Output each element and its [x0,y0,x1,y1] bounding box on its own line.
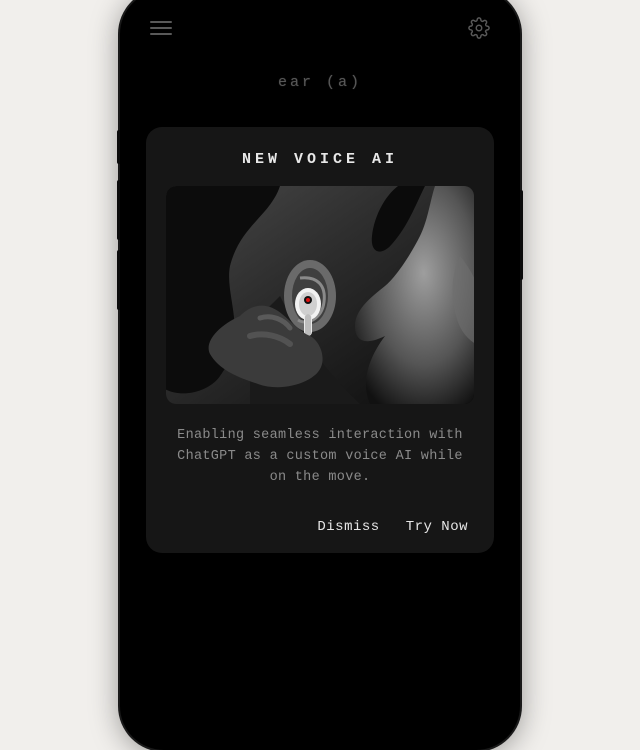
voice-ai-card: NEW VOICE AI [146,127,494,553]
app-screen: ear (a) NEW VOICE AI [130,0,510,740]
phone-power-button [520,190,523,280]
gear-icon[interactable] [468,17,490,39]
phone-frame: ear (a) NEW VOICE AI [120,0,520,750]
phone-volume-up [117,180,120,240]
card-image [166,186,474,404]
top-bar [130,0,510,56]
device-name: ear (a) [130,74,510,91]
phone-volume-down [117,250,120,310]
try-now-button[interactable]: Try Now [406,519,468,535]
phone-side-button [117,130,120,164]
dismiss-button[interactable]: Dismiss [317,519,379,535]
card-body: Enabling seamless interaction with ChatG… [166,426,474,489]
card-title: NEW VOICE AI [166,151,474,168]
card-actions: Dismiss Try Now [166,519,474,535]
menu-icon[interactable] [150,21,172,35]
